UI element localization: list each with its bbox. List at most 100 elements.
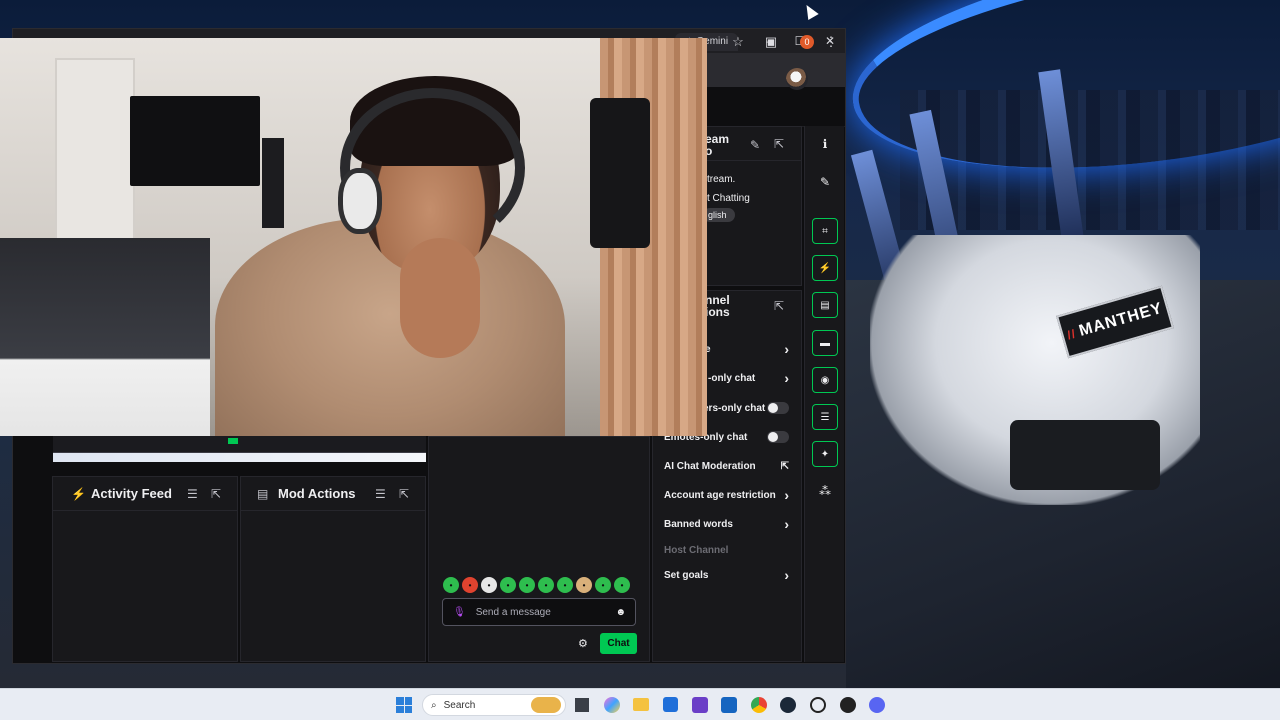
toggle-switch[interactable] (767, 402, 789, 414)
webcam-headphone-cup (338, 168, 382, 234)
chevron-right-icon: › (784, 516, 789, 532)
windows-start-icon[interactable] (396, 697, 412, 713)
layout-icon[interactable]: ☰ (812, 404, 838, 430)
webcam-bed (0, 238, 210, 436)
microphone-icon[interactable]: 🎙 (453, 607, 466, 618)
notes-icon[interactable]: ▤ (812, 292, 838, 318)
taskbar-search-box[interactable]: ⌕ Search (422, 694, 566, 716)
emote[interactable]: • (576, 577, 592, 593)
emote[interactable]: • (595, 577, 611, 593)
wrench-icon[interactable]: ✦ (812, 441, 838, 467)
popout-icon[interactable]: ⇱ (211, 487, 221, 501)
activity-feed-title: Activity Feed (91, 486, 172, 501)
external-link-icon: ⇱ (780, 460, 789, 472)
chevron-right-icon: › (784, 487, 789, 503)
filter-icon[interactable]: ☰ (187, 487, 198, 501)
webcam-person-hand (400, 238, 480, 358)
activity-feed-header: ⚡ Activity Feed ☰ ⇱ (53, 477, 237, 511)
emote[interactable]: • (519, 577, 535, 593)
action-label: Banned words (664, 518, 733, 530)
store-icon[interactable] (663, 697, 678, 712)
webcam-preview (0, 38, 707, 436)
preview-indicator (228, 438, 238, 444)
stream-info-title: eam o (705, 132, 730, 158)
chat-message-input[interactable]: 🎙 Send a message ☻ (442, 598, 636, 626)
webcam-microphone (590, 98, 650, 248)
language-tag: glish (703, 208, 735, 222)
emote[interactable]: • (481, 577, 497, 593)
activity-feed-panel: ⚡ Activity Feed ☰ ⇱ (52, 476, 238, 662)
obs-icon[interactable] (840, 697, 856, 713)
emote[interactable]: • (443, 577, 459, 593)
chat-settings-gear-icon[interactable]: ⚙ (578, 637, 588, 650)
outlook-icon[interactable] (721, 697, 737, 713)
channel-actions-title: nnel ions (705, 293, 730, 319)
info-icon[interactable]: ℹ (812, 131, 838, 157)
webcam-tv (130, 96, 260, 186)
wallpaper-car-grille (1010, 420, 1160, 490)
steam-icon[interactable] (780, 697, 796, 713)
user-avatar[interactable] (786, 68, 808, 90)
file-explorer-icon[interactable] (633, 698, 649, 711)
action-label: -only chat (708, 372, 756, 384)
webcam-speaker (262, 138, 284, 228)
popout-icon[interactable]: ⇱ (399, 487, 409, 501)
chevron-right-icon: › (784, 567, 789, 583)
profile-icon[interactable]: 0 (800, 35, 814, 49)
quick-actions-rail: ℹ ✎ ⌗ ⚡ ▤ ▬ ◉ ☰ ✦ ⁂ (804, 126, 844, 662)
task-view-icon[interactable] (575, 698, 589, 712)
chatgpt-icon[interactable] (810, 697, 826, 713)
taskbar-search-label: Search (443, 699, 476, 711)
emote[interactable]: • (462, 577, 478, 593)
preview-bar (53, 436, 426, 452)
chevron-right-icon: › (784, 341, 789, 357)
bookmark-star-icon[interactable]: ☆ (728, 32, 748, 52)
action-banned-words[interactable]: Banned words › (653, 512, 801, 536)
pencil-icon[interactable]: ✎ (812, 169, 838, 195)
broadcast-icon[interactable]: ◉ (812, 367, 838, 393)
mod-actions-panel: ▤ Mod Actions ☰ ⇱ (240, 476, 426, 662)
webcam-door (55, 58, 135, 248)
action-label: AI Chat Moderation (664, 460, 756, 472)
chat-send-button[interactable]: Chat (600, 633, 637, 654)
plate-logo-mark: // (1065, 326, 1078, 343)
action-label: Set goals (664, 569, 709, 581)
chrome-icon[interactable] (751, 697, 767, 713)
stream-category[interactable]: t Chatting (707, 193, 750, 204)
action-account-age-restriction[interactable]: Account age restriction › (653, 483, 801, 507)
action-set-goals[interactable]: Set goals › (653, 563, 801, 587)
chat-input-placeholder: Send a message (475, 606, 551, 618)
search-highlight-icon (531, 697, 561, 713)
copilot-icon[interactable] (604, 697, 620, 713)
action-ai-chat-moderation[interactable]: AI Chat Moderation ⇱ (653, 454, 801, 478)
extension-icon[interactable]: ▣ (761, 32, 781, 52)
popout-icon[interactable]: ⇱ (774, 137, 784, 151)
emote-bar: • • • • • • • • • • (443, 577, 630, 593)
toggle-switch[interactable] (767, 431, 789, 443)
action-label: Host Channel (664, 544, 729, 556)
edit-pencil-icon[interactable]: ✎ (750, 138, 760, 152)
mod-actions-title: Mod Actions (278, 486, 356, 501)
emoji-picker-icon[interactable]: ☻ (615, 607, 626, 618)
emote[interactable]: • (538, 577, 554, 593)
filter-icon[interactable]: ☰ (375, 487, 386, 501)
emote[interactable]: • (500, 577, 516, 593)
mod-actions-header: ▤ Mod Actions ☰ ⇱ (241, 477, 425, 511)
extensions-icon[interactable]: ⁂ (812, 478, 838, 504)
lightning-icon[interactable]: ⚡ (812, 255, 838, 281)
clip-icon[interactable]: ⌗ (812, 218, 838, 244)
menu-kebab-icon[interactable]: ⋮ (821, 32, 841, 52)
app-icon[interactable] (692, 697, 708, 713)
emote[interactable]: • (614, 577, 630, 593)
preview-screen-strip (53, 452, 426, 462)
stream-title-text: tream. (707, 174, 736, 185)
discord-icon[interactable] (869, 697, 885, 713)
action-host-channel: Host Channel (653, 538, 801, 562)
popout-icon[interactable]: ⇱ (774, 299, 784, 313)
emote[interactable]: • (557, 577, 573, 593)
chat-bubble-icon[interactable]: ▬ (812, 330, 838, 356)
document-icon: ▤ (257, 487, 269, 501)
action-label: ers-only chat (703, 402, 766, 414)
taskbar: ⌕ Search (0, 688, 1280, 720)
lightning-icon: ⚡ (71, 487, 86, 501)
